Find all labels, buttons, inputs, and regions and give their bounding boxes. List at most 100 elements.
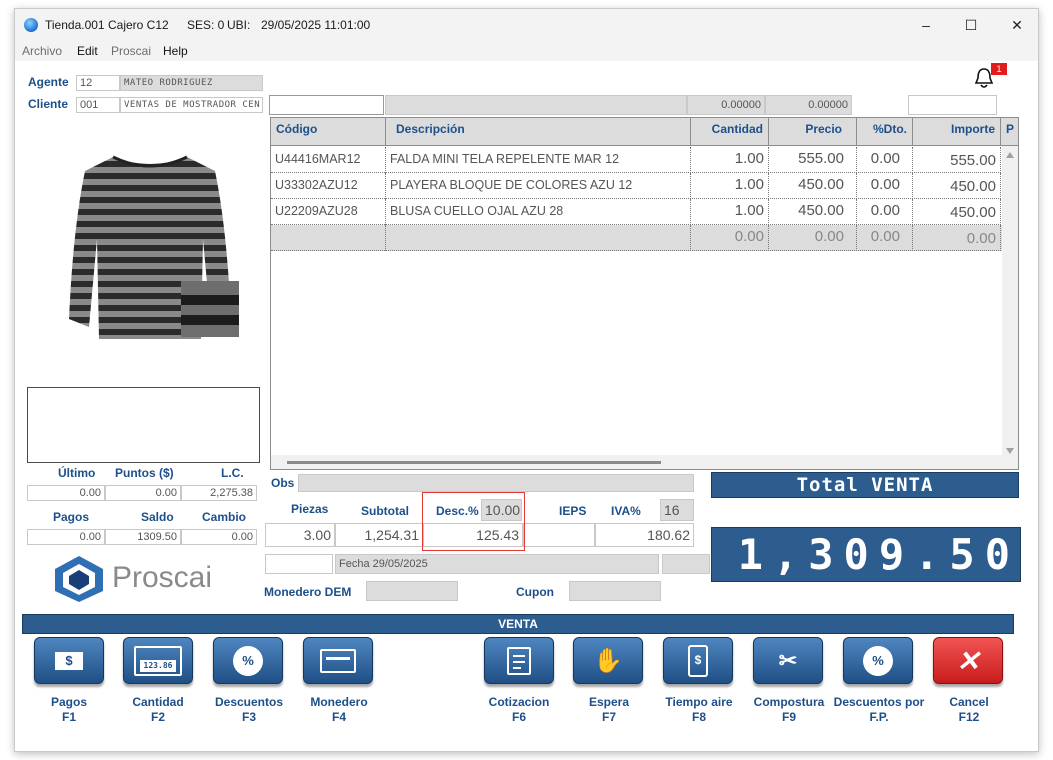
obs-label: Obs (271, 476, 295, 490)
monedero-button[interactable] (303, 637, 373, 684)
store-name: Tienda.001 (45, 18, 105, 32)
cupon-field[interactable] (569, 581, 661, 601)
fkey-name: Monedero (310, 695, 368, 709)
fkey-name: Descuentos por (833, 695, 925, 709)
menu-help[interactable]: Help (163, 44, 188, 58)
cell-codigo: U33302AZU12 (271, 173, 386, 199)
cell-importe: 0.00 (913, 225, 1001, 251)
compostura-button[interactable]: ✂ (753, 637, 823, 684)
cell-descripcion: PLAYERA BLOQUE DE COLORES AZU 12 (386, 173, 691, 199)
notes-box (27, 387, 260, 463)
cell-precio: 450.00 (769, 173, 857, 199)
col-codigo[interactable]: Código (271, 118, 386, 146)
cell-codigo: U44416MAR12 (271, 147, 386, 173)
notification-badge: 1 (991, 63, 1007, 75)
col-cantidad[interactable]: Cantidad (691, 118, 769, 146)
fkey-shortcut: F4 (331, 710, 346, 724)
ultimo-value: 0.00 (27, 485, 105, 501)
iva-pct-field: 16 (660, 499, 694, 521)
cell-cantidad: 1.00 (691, 147, 769, 173)
cell-importe: 450.00 (913, 199, 1001, 225)
scroll-down-icon[interactable] (1006, 448, 1014, 454)
table-row-new[interactable]: 0.00 0.00 0.00 0.00 (271, 225, 1018, 251)
cell-descripcion (386, 225, 691, 251)
cell-precio: 450.00 (769, 199, 857, 225)
sales-grid[interactable]: Código Descripción Cantidad Precio %Dto.… (270, 117, 1019, 470)
close-button[interactable]: ✕ (994, 9, 1038, 41)
maximize-button[interactable]: ☐ (948, 9, 994, 41)
col-precio[interactable]: Precio (769, 118, 857, 146)
pos-window: Tienda.001 Cajero C12 SES: 0 UBI: 29/05/… (14, 8, 1039, 752)
cambio-value: 0.00 (181, 529, 257, 545)
minimize-button[interactable]: – (903, 9, 949, 41)
fkey-name: Tiempo aire (665, 695, 733, 709)
menu-edit[interactable]: Edit (77, 44, 98, 58)
fecha-extra-field (662, 554, 710, 574)
pagos-value: 0.00 (27, 529, 105, 545)
client-code-field[interactable]: 001 (76, 97, 120, 113)
monedero-key-label: Monedero F4 (289, 695, 389, 725)
espera-button[interactable]: ✋ (573, 637, 643, 684)
cotizacion-key-label: Cotizacion F6 (469, 695, 569, 725)
extra-entry-field[interactable] (908, 95, 997, 115)
iva-value: 180.62 (595, 523, 694, 547)
espera-key-label: Espera F7 (559, 695, 659, 725)
cell-cantidad: 1.00 (691, 173, 769, 199)
product-image (55, 149, 245, 349)
fkey-shortcut: F3 (241, 710, 256, 724)
edit-note-icon (507, 646, 531, 675)
cancel-button[interactable]: ✕ (933, 637, 1003, 684)
grid-horizontal-scrollbar[interactable] (271, 455, 1004, 469)
cancel-key-label: Cancel F12 (919, 695, 1019, 725)
calculator-icon: 123.86 (134, 645, 182, 676)
descuentos-button[interactable]: % (213, 637, 283, 684)
discount-highlight (422, 492, 525, 551)
pagos-key-label: Pagos F1 (19, 695, 119, 725)
monedero-field[interactable] (366, 581, 458, 601)
scissors-icon: ✂ (778, 647, 798, 673)
tiempo-aire-button[interactable]: $ (663, 637, 733, 684)
grid-vertical-scrollbar[interactable] (1002, 146, 1018, 469)
table-row[interactable]: U22209AZU28 BLUSA CUELLO OJAL AZU 28 1.0… (271, 199, 1018, 225)
percent-badge-icon: % (863, 645, 893, 676)
fkey-name: Compostura (753, 695, 825, 709)
col-descripcion[interactable]: Descripción (386, 118, 691, 146)
cell-descripcion: FALDA MINI TELA REPELENTE MAR 12 (386, 147, 691, 173)
fecha-field: Fecha 29/05/2025 (335, 554, 659, 574)
saldo-value: 1309.50 (105, 529, 181, 545)
proscai-logo-text: Proscai (112, 561, 213, 594)
descuentos-fp-button[interactable]: % (843, 637, 913, 684)
obs-field[interactable] (298, 474, 694, 492)
agent-code-field[interactable]: 12 (76, 75, 120, 91)
col-dto[interactable]: %Dto. (857, 118, 913, 146)
agent-label: Agente (28, 75, 69, 89)
scroll-up-icon[interactable] (1006, 152, 1014, 158)
ultimo-label: Último (58, 466, 96, 480)
cell-cantidad: 0.00 (691, 225, 769, 251)
table-row[interactable]: U33302AZU12 PLAYERA BLOQUE DE COLORES AZ… (271, 173, 1018, 199)
cantidad-button[interactable]: 123.86 (123, 637, 193, 684)
table-row[interactable]: U44416MAR12 FALDA MINI TELA REPELENTE MA… (271, 147, 1018, 173)
description-entry-field (385, 95, 687, 115)
lc-value: 2,275.38 (181, 485, 257, 501)
descuentos-fp-key-label: Descuentos por F.P. (829, 695, 929, 725)
menu-proscai[interactable]: Proscai (111, 44, 151, 58)
col-p[interactable]: P (1001, 118, 1018, 146)
pagos-button[interactable]: $ (34, 637, 104, 684)
monedero-label: Monedero DEM (264, 585, 352, 599)
cotizacion-button[interactable] (484, 637, 554, 684)
menu-archivo[interactable]: Archivo (22, 44, 62, 58)
fkey-name: Cancel (949, 695, 989, 709)
col-importe[interactable]: Importe (913, 118, 1001, 146)
subtotal-label: Subtotal (361, 504, 409, 518)
cell-codigo (271, 225, 386, 251)
subtotal-value: 1,254.31 (335, 523, 423, 547)
scrollbar-thumb[interactable] (287, 461, 661, 464)
title-bar[interactable]: Tienda.001 Cajero C12 SES: 0 UBI: 29/05/… (15, 9, 1038, 41)
fkey-shortcut: F2 (150, 710, 165, 724)
code-entry-input[interactable] (269, 95, 384, 115)
cell-dto: 0.00 (857, 199, 913, 225)
x-icon: ✕ (956, 645, 980, 676)
fkey-shortcut: F1 (61, 710, 76, 724)
client-label: Cliente (28, 97, 69, 111)
